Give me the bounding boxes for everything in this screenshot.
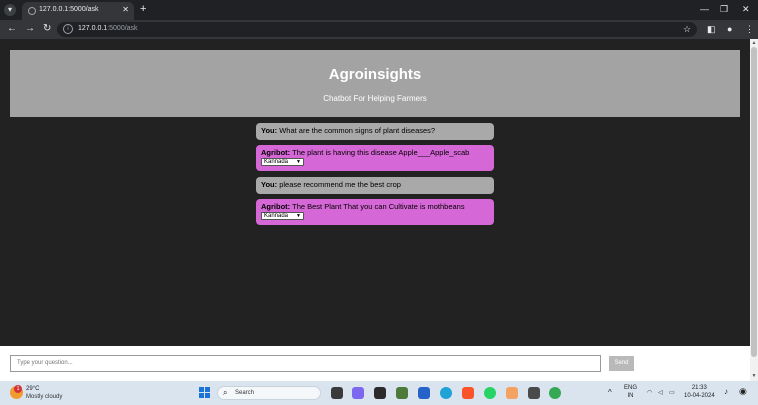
chevron-down-icon: ▼ [296, 159, 301, 165]
speaker-label: You: [261, 126, 278, 135]
region-code: IN [627, 393, 634, 399]
send-button[interactable]: Send [609, 356, 634, 371]
side-panel-icon[interactable]: ◧ [707, 24, 716, 34]
chat-message-user: You: What are the common signs of plant … [256, 123, 494, 140]
reload-icon[interactable]: ↻ [43, 23, 51, 35]
edge-browser-icon[interactable] [440, 387, 452, 399]
new-tab-button[interactable]: + [140, 3, 146, 15]
close-window-icon[interactable]: ✕ [742, 3, 750, 15]
page-scrollbar[interactable]: ▲ ▼ [750, 39, 758, 381]
widgets-app-icon[interactable] [352, 387, 364, 399]
globe-icon [28, 7, 36, 15]
browser-toolbar: ← → ↻ i 127.0.0.1:5000/ask ☆ ◧ ● ⋮ [0, 20, 758, 39]
screen: ▾ 127.0.0.1:5000/ask ✕ + — ❐ ✕ ← → ↻ i 1… [0, 0, 758, 405]
tab-title: 127.0.0.1:5000/ask [39, 6, 99, 13]
whatsapp-icon[interactable] [484, 387, 496, 399]
page-body: Agroinsights Chatbot For Helping Farmers… [0, 39, 750, 381]
language-select[interactable]: Kannada ▼ [261, 212, 304, 220]
speaker-label: Agribot: [261, 202, 291, 211]
speaker-label: Agribot: [261, 148, 291, 157]
notification-badge: 1 [14, 385, 22, 393]
restore-icon[interactable]: ❐ [720, 3, 728, 15]
browser-tab-bar: ▾ 127.0.0.1:5000/ask ✕ + — ❐ ✕ [0, 0, 758, 20]
browser-tab[interactable]: 127.0.0.1:5000/ask ✕ [22, 2, 134, 20]
copilot-icon[interactable]: ◉ [739, 387, 747, 396]
windows-taskbar: 1 29°C Mostly cloudy ⌕ Search ^ ENG IN ◠… [0, 381, 758, 405]
minimize-icon[interactable]: — [700, 3, 709, 15]
clock-date: 10-04-2024 [684, 393, 715, 399]
question-input[interactable]: Type your question... [10, 355, 601, 372]
windows-start-icon[interactable] [199, 387, 211, 399]
profile-icon[interactable]: ● [727, 24, 732, 34]
scrollbar-thumb[interactable] [751, 47, 757, 357]
scroll-down-icon[interactable]: ▼ [750, 373, 758, 379]
address-bar[interactable]: i 127.0.0.1:5000/ask [57, 22, 697, 37]
chat-input-bar: Type your question... Send [0, 346, 750, 381]
chevron-down-icon: ▼ [296, 213, 301, 219]
battery-icon[interactable]: ▭ [669, 389, 675, 397]
scroll-up-icon[interactable]: ▲ [750, 40, 758, 46]
clock[interactable]: 21:33 10-04-2024 [684, 384, 715, 400]
back-arrow-icon[interactable]: ← [7, 23, 17, 35]
close-tab-icon[interactable]: ✕ [122, 5, 129, 14]
cmd-app-icon[interactable] [528, 387, 540, 399]
page-header: Agroinsights Chatbot For Helping Farmers [10, 50, 740, 117]
message-text: The plant is having this disease Apple__… [290, 148, 470, 157]
store-app-icon[interactable] [418, 387, 430, 399]
brave-browser-icon[interactable] [462, 387, 474, 399]
sublime-app-icon[interactable] [506, 387, 518, 399]
site-info-icon[interactable]: i [63, 24, 73, 34]
language-code: ENG [624, 385, 638, 391]
page-title: Agroinsights [328, 66, 422, 83]
code-editor-app-icon[interactable] [396, 387, 408, 399]
speaker-label: You: [261, 180, 278, 189]
weather-temperature[interactable]: 29°C [26, 386, 39, 392]
message-text: The Best Plant That you can Cultivate is… [290, 202, 465, 211]
chat-message-bot: Agribot: The plant is having this diseas… [256, 145, 494, 171]
menu-kebab-icon[interactable]: ⋮ [745, 24, 754, 34]
task-view-icon[interactable] [331, 387, 343, 399]
tab-search-icon[interactable]: ▾ [4, 4, 16, 16]
language-select[interactable]: Kannada ▼ [261, 158, 304, 166]
url-text: 127.0.0.1:5000/ask [78, 25, 138, 32]
message-text: What are the common signs of plant disea… [277, 126, 436, 135]
weather-description[interactable]: Mostly cloudy [26, 394, 62, 400]
search-icon: ⌕ [223, 388, 228, 397]
wifi-icon[interactable]: ◠ [647, 389, 652, 397]
clock-time: 21:33 [691, 385, 707, 391]
taskbar-search-box[interactable]: ⌕ Search [217, 386, 321, 400]
message-text: please recommend me the best crop [277, 180, 401, 189]
tray-chevron-up-icon[interactable]: ^ [608, 389, 612, 397]
terminal-app-icon[interactable] [374, 387, 386, 399]
chat-message-bot: Agribot: The Best Plant That you can Cul… [256, 199, 494, 225]
volume-icon[interactable]: ◁ [658, 389, 663, 397]
notifications-bell-icon[interactable]: ♪ [724, 388, 728, 396]
taskbar-search-label: Search [235, 390, 255, 396]
chrome-browser-icon[interactable] [549, 387, 561, 399]
language-select-value: Kannada [264, 213, 289, 219]
chat-message-user: You: please recommend me the best crop [256, 177, 494, 194]
bookmark-star-icon[interactable]: ☆ [683, 24, 691, 34]
language-indicator[interactable]: ENG IN [624, 384, 637, 400]
language-select-value: Kannada [264, 159, 289, 165]
forward-arrow-icon[interactable]: → [25, 23, 35, 35]
page-subtitle: Chatbot For Helping Farmers [323, 94, 427, 103]
